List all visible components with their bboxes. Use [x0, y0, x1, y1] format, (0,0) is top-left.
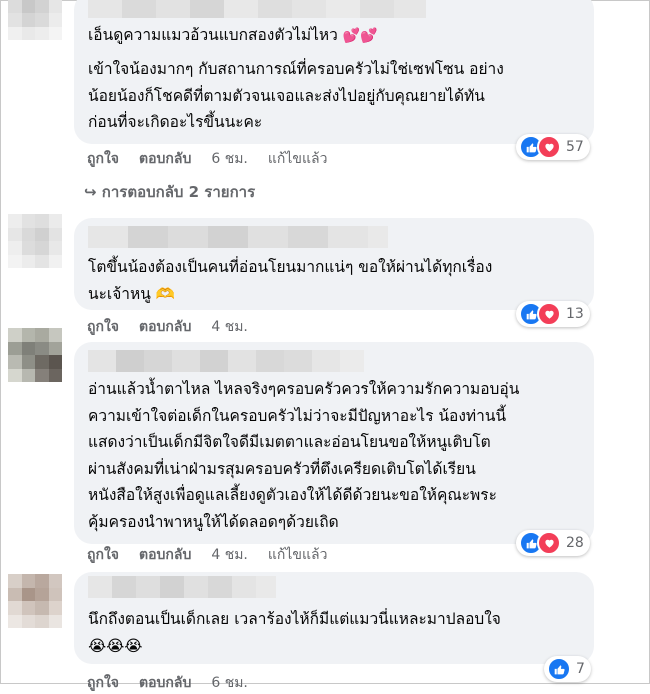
comment-bubble: นึกถึงตอนเป็นเด็กเลย เวลาร้องไห้ก็มีแต่แ…: [74, 572, 594, 664]
comment-actions: ถูกใจ ตอบกลับ 6 ชม. แก้ไขแล้ว: [87, 148, 347, 168]
reaction-count: 7: [576, 661, 585, 677]
reactions-summary[interactable]: 7: [544, 656, 591, 682]
blurred-author-name[interactable]: [88, 0, 426, 18]
comment-bubble: โตขึ้นน้องต้องเป็นคนที่อ่อนโยนมากแน่ๆ ขอ…: [74, 218, 594, 310]
like-reaction-icon: [547, 657, 571, 681]
comment-first-line: เอ็นดูความแมวอ้วนแบกสองตัวไม่ไหว: [88, 26, 338, 44]
comment-text: โตขึ้นน้องต้องเป็นคนที่อ่อนโยนมากแน่ๆ ขอ…: [88, 258, 493, 303]
reaction-count: 57: [566, 139, 584, 155]
comment-bubble: อ่านแล้วน้ำตาไหล ไหลจริงๆครอบครัวควรให้ค…: [74, 342, 594, 544]
reply-link[interactable]: ตอบกลับ: [139, 316, 191, 336]
love-reaction-icon: [537, 531, 561, 555]
comment-text: อ่านแล้วน้ำตาไหล ไหลจริงๆครอบครัวควรให้ค…: [88, 380, 520, 531]
reply-link[interactable]: ตอบกลับ: [139, 544, 191, 564]
timestamp[interactable]: 4 ชม.: [211, 544, 248, 564]
edited-label[interactable]: แก้ไขแล้ว: [268, 544, 328, 564]
reactions-summary[interactable]: 57: [516, 134, 590, 160]
comment-actions: ถูกใจ ตอบกลับ 6 ชม.: [87, 672, 268, 692]
view-replies-link[interactable]: ↪ การตอบกลับ 2 รายการ: [84, 180, 255, 204]
edited-label[interactable]: แก้ไขแล้ว: [268, 148, 328, 168]
reaction-count: 28: [566, 535, 584, 551]
like-link[interactable]: ถูกใจ: [87, 672, 119, 692]
timestamp[interactable]: 6 ชม.: [211, 672, 248, 692]
reactions-summary[interactable]: 13: [516, 301, 590, 327]
reactions-summary[interactable]: 28: [516, 530, 590, 556]
reply-link[interactable]: ตอบกลับ: [139, 148, 191, 168]
like-link[interactable]: ถูกใจ: [87, 544, 119, 564]
blurred-author-name[interactable]: [88, 226, 388, 248]
blurred-author-name[interactable]: [88, 576, 276, 598]
two-hearts-emoji: 💕: [342, 28, 361, 44]
avatar[interactable]: [8, 214, 62, 268]
comment-text: เอ็นดูความแมวอ้วนแบกสองตัวไม่ไหว 💕💕: [88, 22, 580, 50]
reply-link[interactable]: ตอบกลับ: [139, 672, 191, 692]
avatar[interactable]: [8, 574, 62, 628]
comment-text: นึกถึงตอนเป็นเด็กเลย เวลาร้องไห้ก็มีแต่แ…: [88, 610, 501, 655]
reaction-count: 13: [566, 306, 584, 322]
timestamp[interactable]: 4 ชม.: [211, 316, 248, 336]
comment-bubble: เอ็นดูความแมวอ้วนแบกสองตัวไม่ไหว 💕💕 เข้า…: [74, 0, 594, 144]
like-link[interactable]: ถูกใจ: [87, 148, 119, 168]
love-reaction-icon: [537, 135, 561, 159]
love-reaction-icon: [537, 302, 561, 326]
blurred-author-name[interactable]: [88, 350, 364, 372]
comment-actions: ถูกใจ ตอบกลับ 4 ชม. แก้ไขแล้ว: [87, 544, 347, 564]
like-link[interactable]: ถูกใจ: [87, 316, 119, 336]
avatar[interactable]: [8, 0, 62, 40]
timestamp[interactable]: 6 ชม.: [211, 148, 248, 168]
comment-actions: ถูกใจ ตอบกลับ 4 ชม.: [87, 316, 268, 336]
avatar[interactable]: [8, 328, 62, 382]
comment-paragraph: เข้าใจน้องมากๆ กับสถานการณ์ที่ครอบครัวไม…: [88, 60, 504, 131]
two-hearts-emoji-2: 💕: [360, 28, 378, 44]
